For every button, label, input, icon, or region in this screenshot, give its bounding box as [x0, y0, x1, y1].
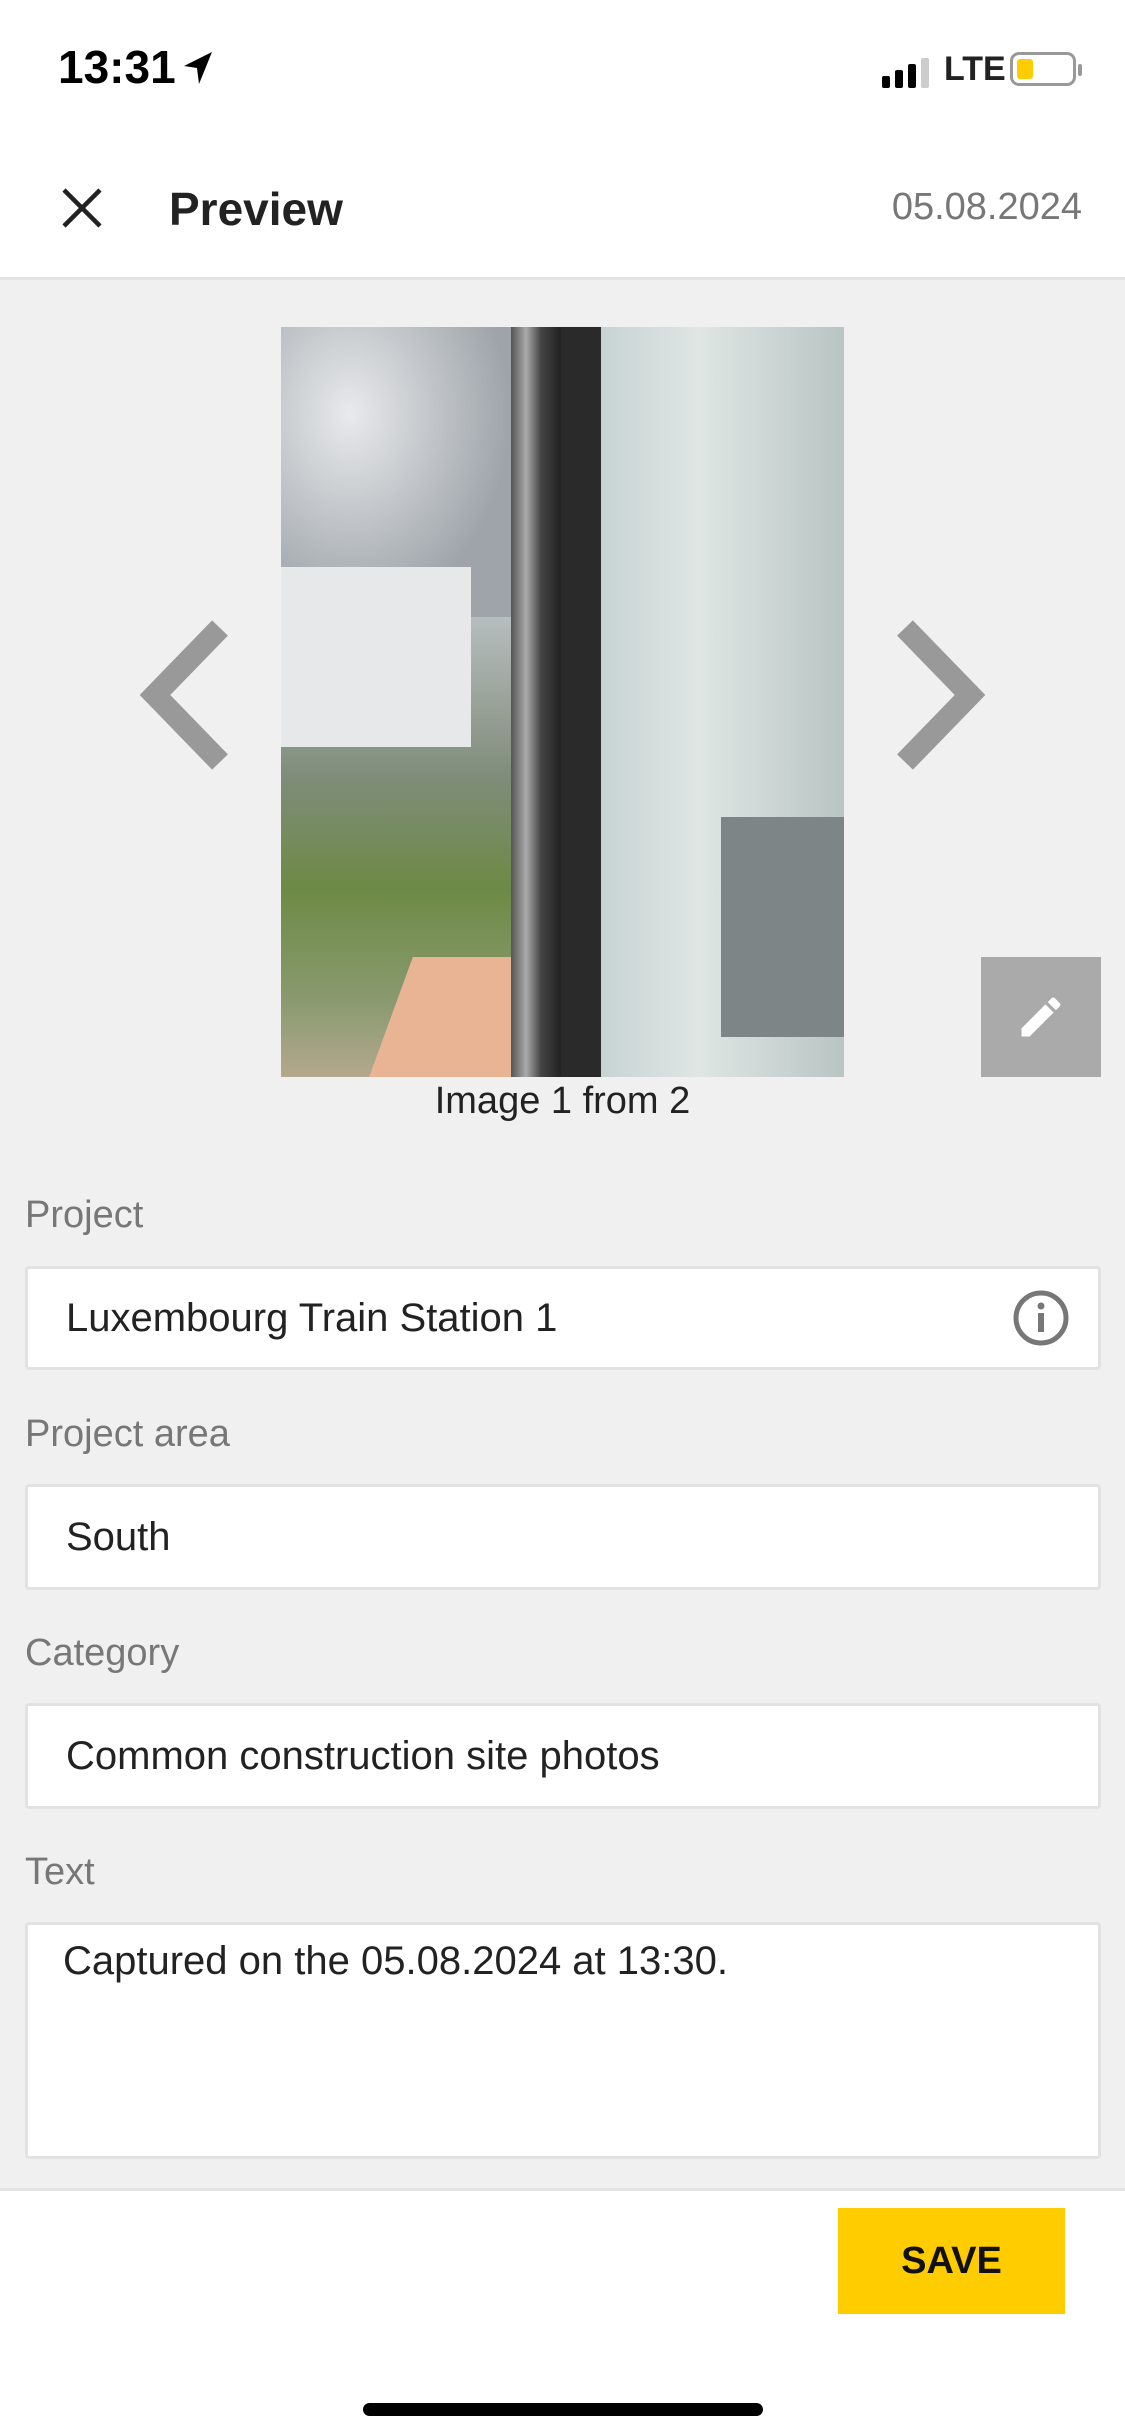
info-icon[interactable]	[1012, 1289, 1070, 1347]
home-indicator[interactable]	[363, 2403, 763, 2416]
edit-image-button[interactable]	[981, 957, 1101, 1077]
photo-preview	[281, 327, 844, 1077]
project-label: Project	[25, 1194, 144, 1236]
text-value: Captured on the 05.08.2024 at 13:30.	[63, 1939, 728, 1983]
text-label: Text	[25, 1851, 95, 1893]
close-icon[interactable]	[60, 186, 104, 230]
save-button[interactable]: SAVE	[838, 2208, 1065, 2314]
network-type: LTE	[944, 50, 1006, 88]
signal-icon	[882, 58, 929, 88]
next-image-chevron-icon[interactable]	[890, 620, 990, 770]
pencil-icon	[1021, 997, 1061, 1037]
battery-icon	[1010, 52, 1082, 86]
page-title: Preview	[169, 183, 343, 235]
image-counter: Image 1 from 2	[434, 1080, 691, 1122]
category-field[interactable]: Common construction site photos	[25, 1703, 1101, 1809]
header-date: 05.08.2024	[891, 186, 1082, 228]
project-value: Luxembourg Train Station 1	[66, 1295, 558, 1340]
project-area-value: South	[66, 1514, 171, 1559]
text-area[interactable]: Captured on the 05.08.2024 at 13:30.	[25, 1922, 1101, 2159]
footer: SAVE	[0, 2188, 1125, 2436]
project-area-label: Project area	[25, 1413, 230, 1455]
category-value: Common construction site photos	[66, 1733, 660, 1778]
header: Preview 05.08.2024	[0, 140, 1125, 280]
previous-image-chevron-icon[interactable]	[135, 620, 235, 770]
category-label: Category	[25, 1632, 180, 1674]
location-arrow-icon	[184, 52, 212, 84]
status-bar: 13:31 LTE	[0, 0, 1125, 140]
project-area-field[interactable]: South	[25, 1484, 1101, 1590]
project-field[interactable]: Luxembourg Train Station 1	[25, 1266, 1101, 1370]
clock: 13:31	[58, 41, 176, 93]
